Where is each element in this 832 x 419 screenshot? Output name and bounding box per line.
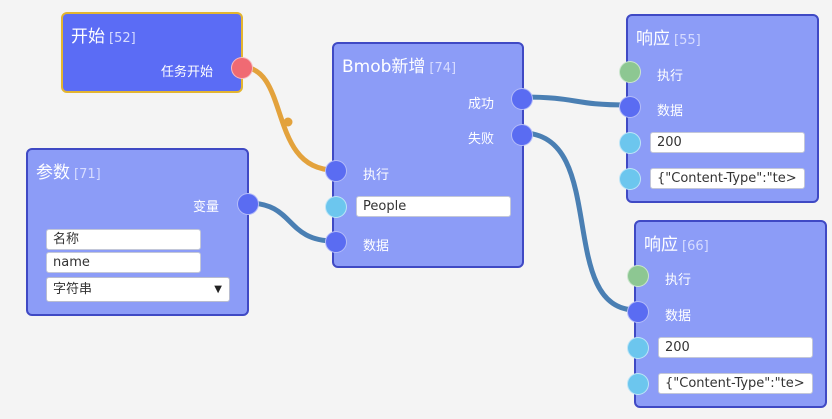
type-select[interactable]: 字符串 ▼ <box>46 277 230 302</box>
exec-label: 执行 <box>363 168 390 183</box>
wire-midpoint-handle[interactable] <box>283 117 293 127</box>
data-input-port[interactable] <box>619 96 641 118</box>
exec-input-port[interactable] <box>325 160 347 182</box>
status-code-field[interactable]: 200 <box>650 132 805 153</box>
table-input-port[interactable] <box>325 196 347 218</box>
wire-param-to-bmob-data[interactable] <box>247 200 335 244</box>
success-output-port[interactable] <box>511 88 533 110</box>
node-title: Bmob新增 [74] <box>342 57 457 77</box>
exec-label: 执行 <box>665 273 692 288</box>
node-title: 响应 [66] <box>644 235 709 255</box>
variable-label: 变量 <box>192 200 219 215</box>
exec-input-port[interactable] <box>627 265 649 287</box>
task-start-label: 任务开始 <box>160 65 213 80</box>
name-value-field[interactable]: name <box>46 252 201 273</box>
data-input-port[interactable] <box>627 301 649 323</box>
status-code-field[interactable]: 200 <box>658 337 813 358</box>
node-title: 参数 [71] <box>36 163 101 183</box>
wire-success-to-resp1-data[interactable] <box>521 94 629 108</box>
headers-input-port[interactable] <box>619 168 641 190</box>
variable-output-port[interactable] <box>237 193 259 215</box>
exec-input-port[interactable] <box>619 61 641 83</box>
fail-output-port[interactable] <box>511 124 533 146</box>
status-input-port[interactable] <box>627 337 649 359</box>
exec-label: 执行 <box>657 69 684 84</box>
wire-fail-to-resp2-data[interactable] <box>521 130 637 313</box>
headers-field[interactable]: {"Content-Type":"te> <box>650 168 805 189</box>
response-node-66[interactable]: 响应 [66] 执行 数据 200 {"Content-Type":"te> <box>627 220 827 408</box>
success-label: 成功 <box>467 97 494 112</box>
type-select-value: 字符串 <box>53 282 93 297</box>
task-start-output-port[interactable] <box>231 57 253 79</box>
bmob-add-node[interactable]: Bmob新增 [74] 成功 失败 执行 People 数据 <box>325 42 533 268</box>
fail-label: 失败 <box>467 132 494 147</box>
node-title: 开始 [52] <box>71 27 136 47</box>
start-node[interactable]: 开始 [52] 任务开始 <box>61 12 253 93</box>
dropdown-arrow-icon: ▼ <box>214 284 222 295</box>
table-name-field[interactable]: People <box>356 196 511 217</box>
node-title: 响应 [55] <box>636 29 701 49</box>
param-node[interactable]: 参数 [71] 变量 名称 name 字符串 ▼ <box>26 148 259 316</box>
data-input-port[interactable] <box>325 231 347 253</box>
name-label-field[interactable]: 名称 <box>46 229 201 250</box>
data-label: 数据 <box>657 104 684 119</box>
response-node-55[interactable]: 响应 [55] 执行 数据 200 {"Content-Type":"te> <box>619 14 819 203</box>
data-label: 数据 <box>363 239 390 254</box>
headers-field[interactable]: {"Content-Type":"te> <box>658 373 813 394</box>
headers-input-port[interactable] <box>627 373 649 395</box>
status-input-port[interactable] <box>619 132 641 154</box>
data-label: 数据 <box>665 309 692 324</box>
